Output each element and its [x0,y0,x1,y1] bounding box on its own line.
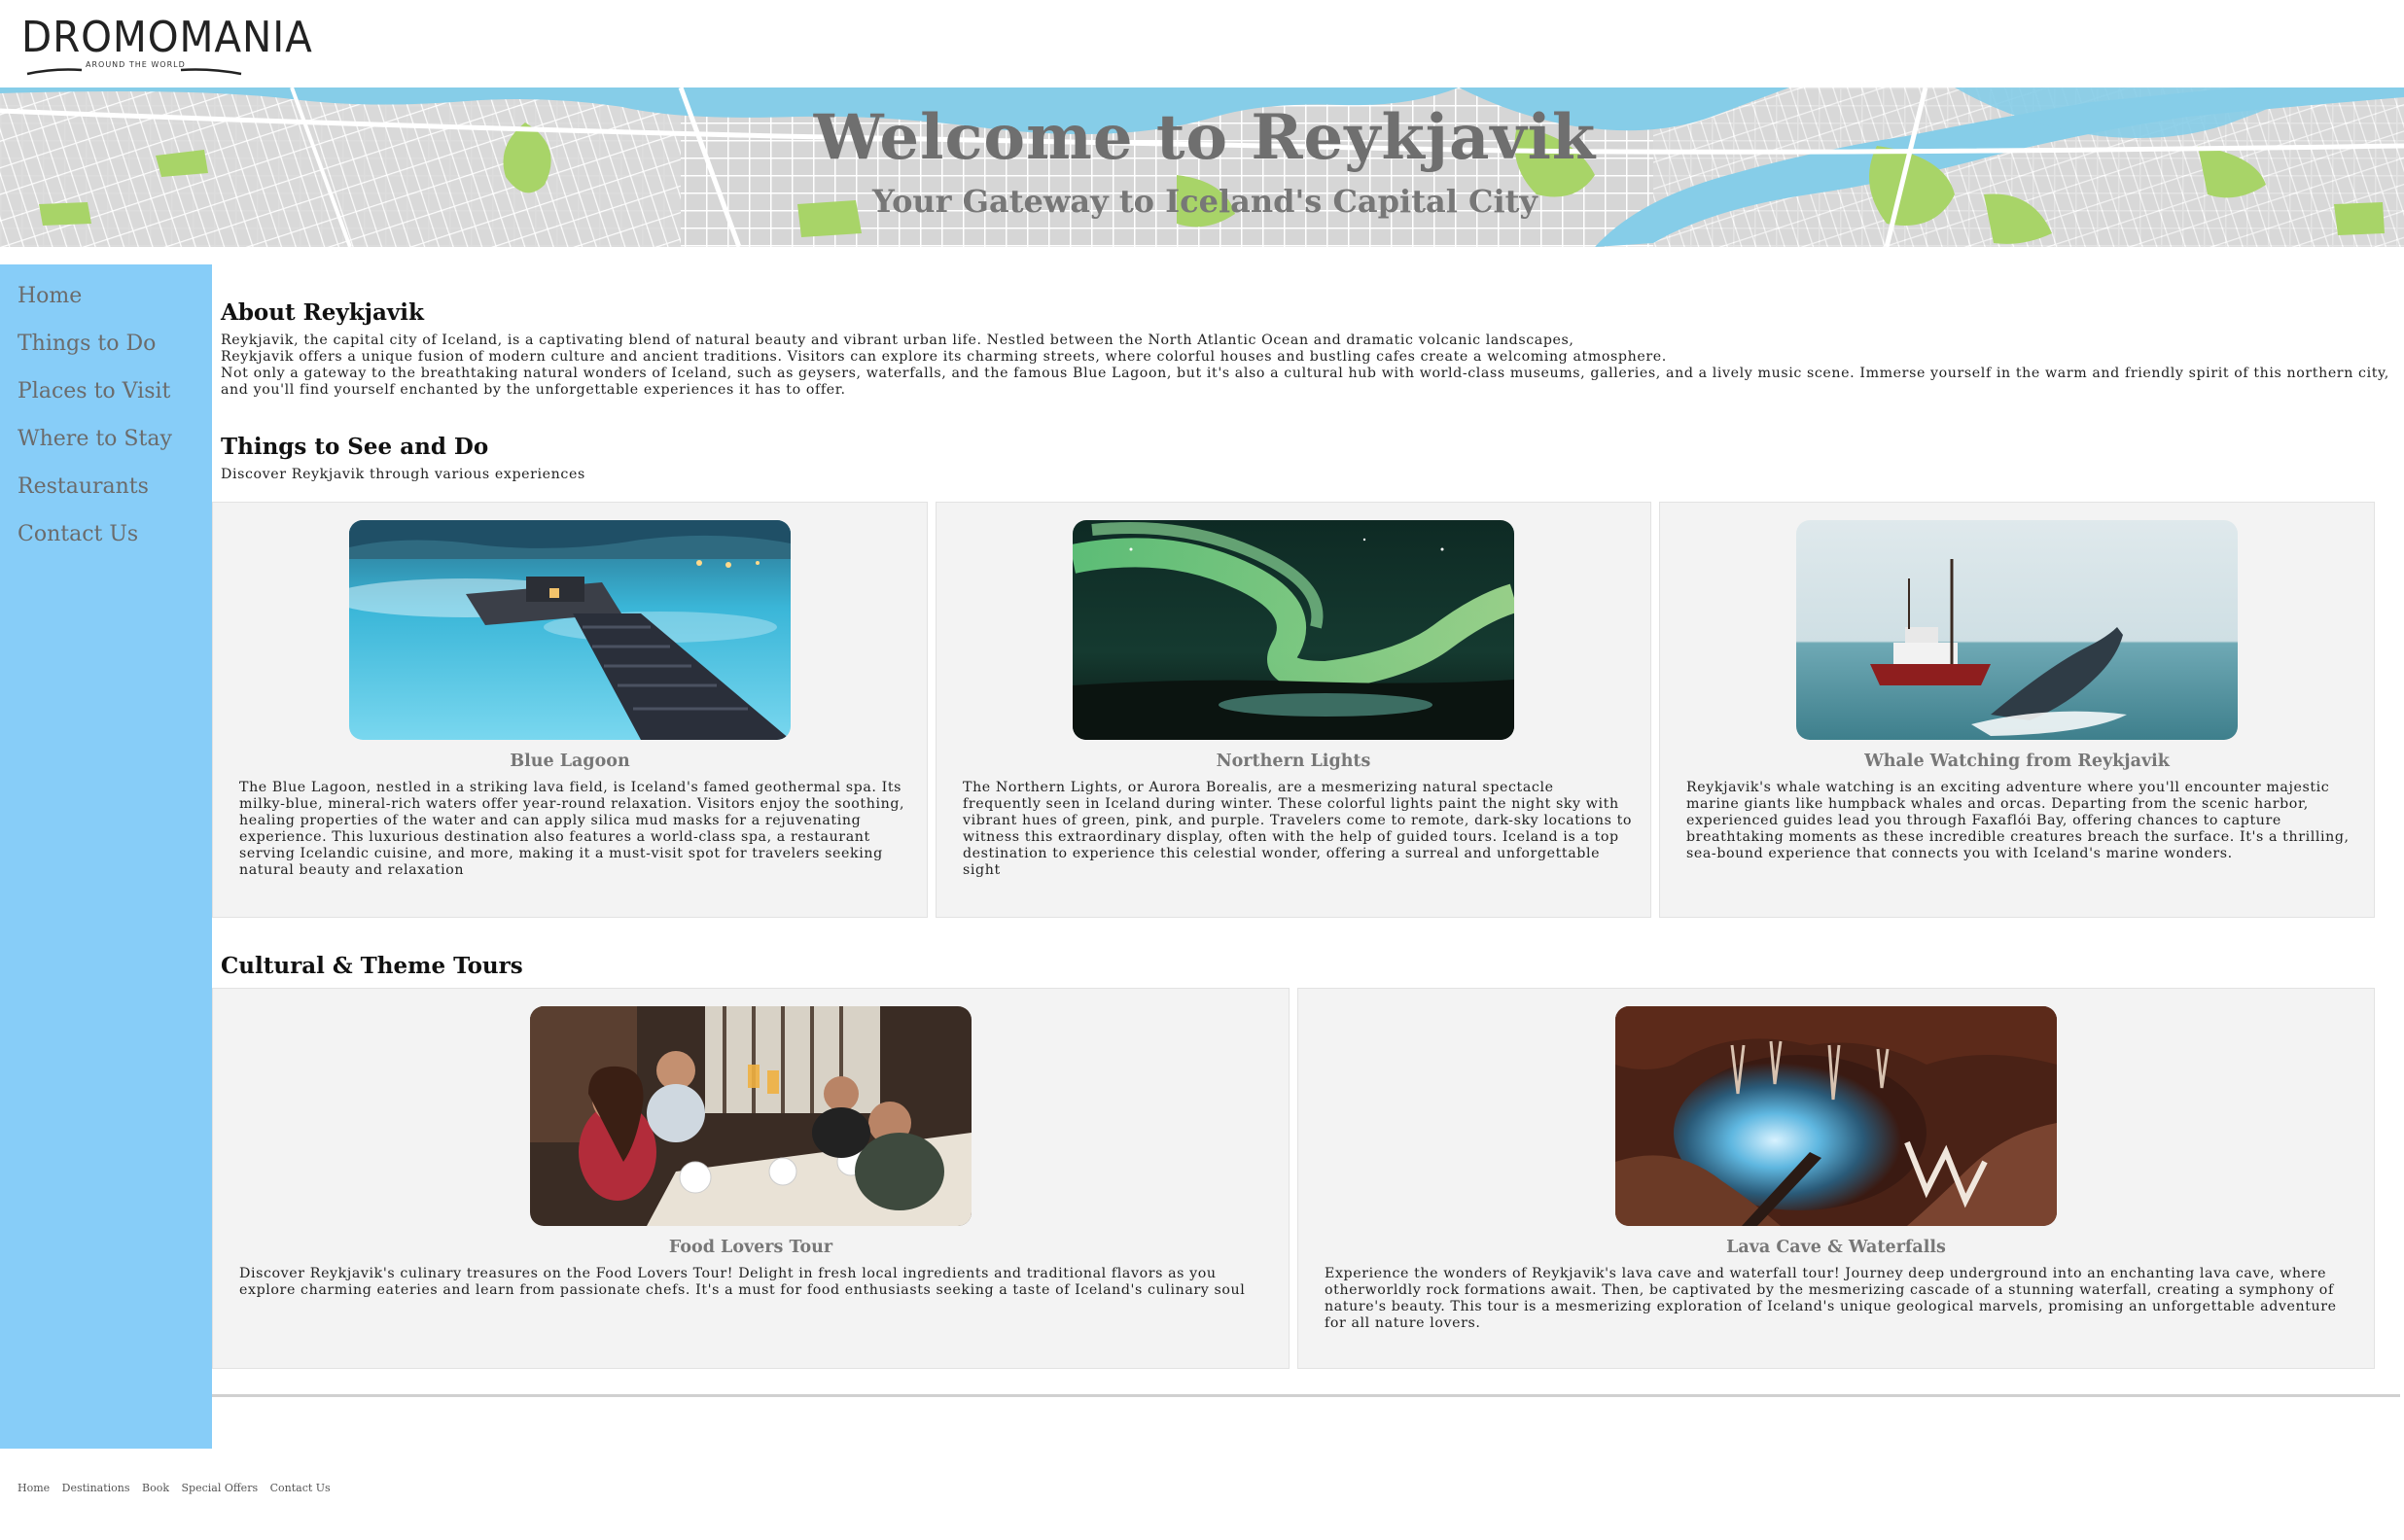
footer-link-book[interactable]: Book [142,1482,169,1494]
hero-banner: Welcome to Reykjavik Your Gateway to Ice… [0,88,2404,247]
card-text: The Northern Lights, or Aurora Borealis,… [963,780,1633,878]
banner-title: Welcome to Reykjavik [813,101,1597,174]
sidebar-nav: Home Things to Do Places to Visit Where … [0,264,212,1449]
things-heading: Things to See and Do [221,434,489,460]
sidebar-item-contact-us[interactable]: Contact Us [0,520,212,568]
logo-tagline: AROUND THE WORLD [86,60,186,69]
tours-heading: Cultural & Theme Tours [221,953,523,979]
northern-lights-image [1073,520,1514,740]
about-text: Reykjavik, the capital city of Iceland, … [221,332,2394,399]
about-heading: About Reykjavik [221,299,424,326]
card-text: Reykjavik's whale watching is an excitin… [1686,780,2350,861]
sidebar-item-places-to-visit[interactable]: Places to Visit [0,377,212,425]
sidebar-item-home[interactable]: Home [0,282,212,330]
card-title: Blue Lagoon [510,752,630,771]
sidebar-item-where-to-stay[interactable]: Where to Stay [0,425,212,472]
footer-divider [212,1394,2400,1397]
about-line: Not only a gateway to the breathtaking n… [221,366,2389,398]
things-description: Discover Reykjavik through various exper… [221,467,585,482]
card-text: The Blue Lagoon, nestled in a striking l… [239,780,905,878]
food-lovers-image [530,1006,972,1226]
card-whale-watching[interactable]: Whale Watching from Reykjavik Reykjavik'… [1659,502,2375,918]
logo-name: DROMOMANIA [21,13,313,62]
card-text: Experience the wonders of Reykjavik's la… [1325,1266,2337,1331]
card-blue-lagoon[interactable]: Blue Lagoon The Blue Lagoon, nestled in … [212,502,928,918]
card-food-lovers-tour[interactable]: Food Lovers Tour Discover Reykjavik's cu… [212,988,1290,1369]
sidebar-item-things-to-do[interactable]: Things to Do [0,330,212,377]
card-title: Whale Watching from Reykjavik [1864,752,2170,771]
whale-watching-image [1796,520,2238,740]
footer-link-home[interactable]: Home [18,1482,50,1494]
footer-link-contact-us[interactable]: Contact Us [270,1482,331,1494]
lava-cave-image [1615,1006,2057,1226]
footer: Home Destinations Book Special Offers Co… [18,1482,339,1494]
card-northern-lights[interactable]: Northern Lights The Northern Lights, or … [936,502,1651,918]
about-line: Reykjavik, the capital city of Iceland, … [221,332,1574,348]
sidebar-item-restaurants[interactable]: Restaurants [0,472,212,520]
site-logo[interactable]: DROMOMANIA AROUND THE WORLD [21,13,313,76]
footer-link-destinations[interactable]: Destinations [62,1482,130,1494]
about-line: Reykjavik offers a unique fusion of mode… [221,349,1667,365]
card-title: Lava Cave & Waterfalls [1726,1238,1946,1257]
footer-link-special-offers[interactable]: Special Offers [182,1482,259,1494]
blue-lagoon-image [349,520,791,740]
card-text: Discover Reykjavik's culinary treasures … [239,1266,1246,1298]
card-title: Northern Lights [1216,752,1371,771]
card-title: Food Lovers Tour [668,1238,833,1257]
banner-subtitle: Your Gateway to Iceland's Capital City [872,183,1538,220]
card-lava-cave-waterfalls[interactable]: Lava Cave & Waterfalls Experience the wo… [1297,988,2375,1369]
